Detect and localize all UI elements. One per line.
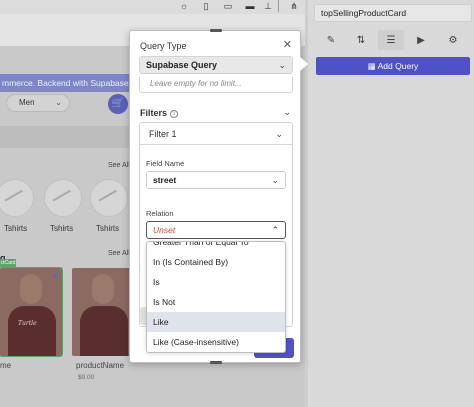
- dropdown-option[interactable]: In (Is Contained By): [147, 252, 285, 272]
- product-card[interactable]: [72, 268, 134, 356]
- play-icon[interactable]: ▶: [408, 30, 434, 50]
- toolbar-divider: [278, 0, 279, 12]
- tablet-icon[interactable]: ▭: [222, 0, 234, 12]
- chevron-up-icon: ⌃: [271, 225, 279, 235]
- query-type-value: Supabase Query: [146, 60, 218, 70]
- brush-icon[interactable]: ✎: [318, 30, 344, 50]
- properties-toolbar: ✎ ⇅ ☰ ▶ ⚙: [316, 30, 470, 50]
- cart-icon: 🛒: [111, 98, 125, 109]
- connector-icon[interactable]: ⋔: [288, 0, 300, 12]
- popup-title: Query Type: [140, 41, 187, 51]
- chevron-down-icon: ⌄: [55, 98, 62, 107]
- model-shirt: [80, 306, 128, 356]
- promo-banner: mmerce. Backend with Supabase.: [0, 74, 138, 92]
- dropdown-option[interactable]: Is: [147, 272, 285, 292]
- category-image[interactable]: [90, 179, 128, 217]
- model-shirt: [8, 306, 56, 356]
- resize-handle[interactable]: [210, 29, 222, 32]
- flow-icon[interactable]: ⇅: [348, 30, 374, 50]
- table-icon: ▦: [367, 61, 378, 71]
- database-icon[interactable]: ☰: [378, 30, 404, 50]
- chevron-down-icon: ⌄: [278, 60, 286, 70]
- limit-input[interactable]: Leave empty for no limit...: [139, 77, 293, 93]
- category-image[interactable]: [44, 179, 82, 217]
- relation-select[interactable]: Unset ⌃: [146, 221, 286, 239]
- category-image[interactable]: [0, 179, 34, 217]
- add-query-button[interactable]: ▦ Add Query: [316, 57, 470, 75]
- category-label: Tshirts: [96, 224, 120, 233]
- add-query-label: Add Query: [377, 61, 419, 71]
- field-name-select[interactable]: street ⌄: [146, 171, 286, 189]
- model-head: [20, 274, 42, 304]
- info-icon[interactable]: i: [170, 109, 179, 118]
- see-all-link[interactable]: See All: [108, 250, 130, 257]
- search-strip: [0, 126, 138, 148]
- field-name-value: street: [153, 175, 177, 185]
- product-card[interactable]: Turtle ♥: [0, 267, 63, 357]
- gender-select[interactable]: Men ⌄: [6, 94, 70, 112]
- category-label: Tshirts: [50, 224, 74, 233]
- relation-value: Unset: [153, 225, 176, 235]
- relation-dropdown: Greater Than or Equal To In (Is Containe…: [146, 241, 286, 353]
- heart-icon[interactable]: ♥: [53, 271, 58, 281]
- resize-handle[interactable]: [210, 361, 222, 364]
- dropdown-option-highlighted[interactable]: Like: [147, 312, 285, 332]
- field-name-label: Field Name: [146, 159, 185, 168]
- dropdown-option[interactable]: Greater Than or Equal To: [147, 242, 285, 252]
- category-label: Tshirts: [4, 224, 28, 233]
- product-name: productName: [76, 361, 125, 370]
- relation-label: Relation: [146, 209, 174, 218]
- gear-icon[interactable]: ⚙: [440, 30, 466, 50]
- dropdown-option[interactable]: Is Not: [147, 292, 285, 312]
- component-name-field[interactable]: topSellingProductCard: [314, 4, 472, 22]
- sun-icon[interactable]: ☼: [178, 0, 190, 12]
- gender-select-value: Men: [19, 98, 35, 107]
- properties-panel: topSellingProductCard ✎ ⇅ ☰ ▶ ⚙ ▦ Add Qu…: [308, 0, 474, 407]
- phone-icon[interactable]: ▯: [200, 0, 212, 12]
- close-icon[interactable]: ✕: [283, 38, 292, 51]
- product-name: me: [0, 361, 12, 370]
- align-icon[interactable]: ⊥: [262, 0, 274, 12]
- model-head: [92, 274, 114, 304]
- dropdown-option[interactable]: Like (Case-insensitive): [147, 332, 285, 352]
- canvas-toolbar: ☼ ▯ ▭ ▬ ⊥ ⋔: [0, 0, 308, 14]
- chevron-down-icon: ⌄: [271, 175, 279, 185]
- chevron-down-icon: ⌄: [275, 129, 283, 139]
- filters-label: Filters: [140, 108, 168, 118]
- shirt-print: Turtle: [18, 320, 37, 327]
- desktop-icon[interactable]: ▬: [244, 0, 256, 12]
- product-price: $0.00: [78, 374, 95, 381]
- filter-1-header[interactable]: Filter 1 ⌄: [140, 123, 292, 145]
- popup-pointer: [300, 57, 308, 71]
- query-type-select[interactable]: Supabase Query ⌄: [139, 56, 293, 74]
- see-all-link[interactable]: See All: [108, 162, 130, 169]
- chevron-down-icon[interactable]: ⌄: [283, 107, 291, 118]
- filters-heading: Filters i: [140, 108, 179, 118]
- cart-button[interactable]: 🛒: [108, 94, 128, 114]
- filter-1-label: Filter 1: [149, 129, 177, 139]
- component-tag: ctCard: [0, 259, 16, 267]
